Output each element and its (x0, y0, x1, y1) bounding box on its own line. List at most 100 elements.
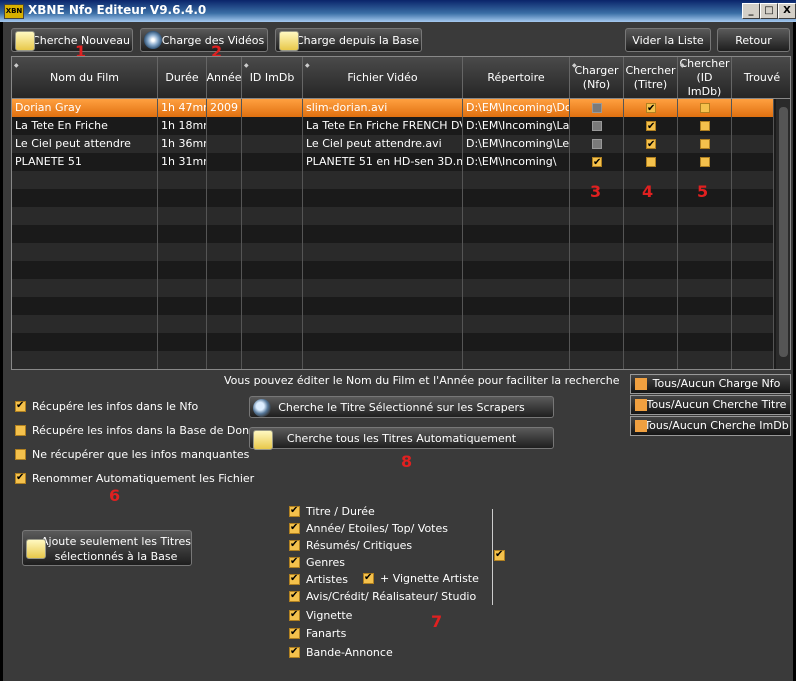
cell-imdb[interactable] (242, 261, 303, 279)
cell-trouve[interactable] (732, 135, 774, 153)
cell-film[interactable] (12, 333, 158, 351)
cell-annee[interactable] (207, 243, 242, 261)
field-option-7[interactable]: Vignette (289, 608, 352, 623)
table-row[interactable] (12, 189, 774, 207)
toggle-search-imdb-button[interactable]: Tous/Aucun Cherche ImDb (630, 416, 791, 436)
option-1[interactable]: Récupére les infos dans le Nfo (15, 399, 198, 414)
cell-repertoire[interactable] (463, 225, 570, 243)
cell-repertoire[interactable] (463, 333, 570, 351)
cell-trouve[interactable] (732, 261, 774, 279)
checkbox-chercher-titre[interactable] (646, 100, 656, 117)
cell-duree[interactable]: 1h 47mn (158, 99, 207, 117)
table-row[interactable] (12, 225, 774, 243)
all-fields-checkbox[interactable] (494, 548, 505, 562)
table-row[interactable] (12, 333, 774, 351)
checkbox-chercher-imdb[interactable] (700, 157, 710, 167)
option-checkbox[interactable] (15, 399, 26, 413)
table-row[interactable]: PLANETE 51 1h 31mn PLANETE 51 en HD-sen 3D… (12, 153, 774, 171)
checkbox-chercher-titre[interactable] (646, 136, 656, 153)
cell-trouve[interactable] (732, 171, 774, 189)
col-duree[interactable]: Durée (158, 57, 207, 98)
field-checkbox[interactable] (289, 626, 300, 640)
cell-trouve[interactable] (732, 153, 774, 171)
cell-fichier[interactable] (303, 333, 463, 351)
cell-chercher-titre[interactable] (624, 207, 678, 225)
cell-fichier[interactable]: PLANETE 51 en HD-sen 3D.mkv (303, 153, 463, 171)
cell-chercher-titre[interactable] (624, 153, 678, 171)
table-row[interactable] (12, 351, 774, 369)
col-chercher-titre[interactable]: Chercher (Titre) (624, 57, 678, 98)
cell-chercher-titre[interactable] (624, 279, 678, 297)
option-2[interactable]: Récupére les infos dans la Base de Donn (15, 424, 256, 438)
cell-duree[interactable] (158, 315, 207, 333)
cell-trouve[interactable] (732, 333, 774, 351)
cell-duree[interactable] (158, 333, 207, 351)
cell-charger[interactable] (570, 297, 624, 315)
cell-film[interactable] (12, 207, 158, 225)
cell-chercher-titre[interactable] (624, 333, 678, 351)
cell-charger[interactable] (570, 279, 624, 297)
cell-duree[interactable]: 1h 18mn (158, 117, 207, 135)
cell-chercher-titre[interactable] (624, 315, 678, 333)
cell-chercher-imdb[interactable] (678, 99, 732, 117)
checkbox-charger[interactable] (592, 103, 602, 113)
cell-imdb[interactable] (242, 315, 303, 333)
cell-repertoire[interactable] (463, 171, 570, 189)
cell-annee[interactable]: 2009 (207, 99, 242, 117)
cell-fichier[interactable] (303, 171, 463, 189)
field-option-4[interactable]: Genres (289, 555, 345, 570)
cell-charger[interactable] (570, 99, 624, 117)
cell-imdb[interactable] (242, 117, 303, 135)
cell-fichier[interactable] (303, 243, 463, 261)
cell-film[interactable] (12, 243, 158, 261)
cell-trouve[interactable] (732, 117, 774, 135)
vignette-artiste-checkbox[interactable] (363, 571, 374, 585)
field-checkbox[interactable] (289, 589, 300, 603)
checkbox-charger[interactable] (592, 154, 602, 171)
cell-imdb[interactable] (242, 225, 303, 243)
option-3[interactable]: Ne récupérer que les infos manquantes (15, 448, 249, 462)
cell-film[interactable]: Le Ciel peut attendre (12, 135, 158, 153)
cell-charger[interactable] (570, 333, 624, 351)
checkbox-chercher-imdb[interactable] (700, 139, 710, 149)
cell-trouve[interactable] (732, 279, 774, 297)
scrollbar-thumb[interactable] (779, 107, 788, 357)
cell-imdb[interactable] (242, 333, 303, 351)
checkbox-charger[interactable] (592, 139, 602, 149)
cell-fichier[interactable] (303, 297, 463, 315)
search-selected-button[interactable]: Cherche le Titre Sélectionné sur les Scr… (249, 396, 554, 418)
cell-imdb[interactable] (242, 207, 303, 225)
clear-list-button[interactable]: Vider la Liste (625, 28, 711, 52)
cell-fichier[interactable] (303, 261, 463, 279)
cell-chercher-titre[interactable] (624, 297, 678, 315)
table-row[interactable] (12, 171, 774, 189)
cell-duree[interactable]: 1h 31mn (158, 153, 207, 171)
cell-duree[interactable]: 1h 36mn (158, 135, 207, 153)
cell-annee[interactable] (207, 207, 242, 225)
cell-repertoire[interactable] (463, 351, 570, 369)
cell-trouve[interactable] (732, 207, 774, 225)
cell-fichier[interactable] (303, 315, 463, 333)
cell-film[interactable] (12, 351, 158, 369)
cell-annee[interactable] (207, 171, 242, 189)
option-4[interactable]: Renommer Automatiquement les Fichier (15, 471, 254, 486)
cell-repertoire[interactable]: D:\EM\Incoming\Dori (463, 99, 570, 117)
col-charger[interactable]: ◆ Charger (Nfo) (570, 57, 624, 98)
cell-charger[interactable] (570, 153, 624, 171)
cell-chercher-imdb[interactable] (678, 135, 732, 153)
cell-annee[interactable] (207, 297, 242, 315)
cell-fichier[interactable]: slim-dorian.avi (303, 99, 463, 117)
cell-chercher-imdb[interactable] (678, 243, 732, 261)
cell-film[interactable] (12, 297, 158, 315)
cell-film[interactable]: Dorian Gray (12, 99, 158, 117)
field-checkbox[interactable] (289, 645, 300, 659)
col-film[interactable]: ◆ Nom du Film (12, 57, 158, 98)
col-trouve[interactable]: Trouvé (732, 57, 790, 98)
cell-film[interactable] (12, 261, 158, 279)
cell-annee[interactable] (207, 225, 242, 243)
field-option-8[interactable]: Fanarts (289, 626, 346, 641)
cell-repertoire[interactable] (463, 261, 570, 279)
cell-trouve[interactable] (732, 225, 774, 243)
cell-fichier[interactable] (303, 207, 463, 225)
field-option-6[interactable]: Avis/Crédit/ Réalisateur/ Studio (289, 589, 476, 604)
